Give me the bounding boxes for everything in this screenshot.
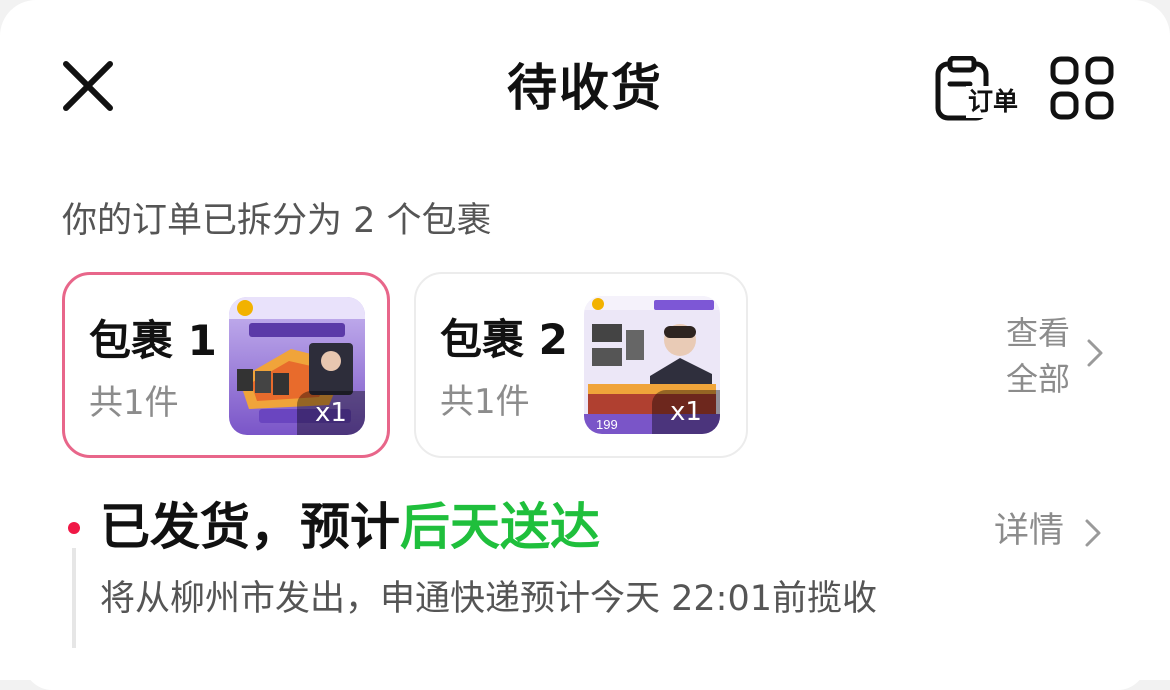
- product-thumbnail: x1: [229, 297, 365, 435]
- chevron-right-icon: [1087, 339, 1103, 367]
- package-count: 共1件: [440, 382, 530, 422]
- details-label: 详情: [994, 511, 1065, 551]
- package-name: 包裹 2: [440, 315, 568, 364]
- package-count: 共1件: [89, 383, 179, 423]
- quantity-badge: x1: [297, 391, 365, 435]
- shipment-status: 已发货，预计后天送达: [100, 494, 600, 560]
- order-button[interactable]: 订单: [934, 55, 1022, 122]
- timeline-dot: [68, 522, 80, 534]
- grid-menu-button[interactable]: [1050, 56, 1114, 120]
- grid-icon: [1050, 56, 1114, 120]
- product-thumbnail: 199 x1: [584, 296, 720, 434]
- order-label: 订单: [966, 86, 1021, 118]
- split-notice: 你的订单已拆分为 2 个包裹: [62, 201, 492, 241]
- view-all-label-line1: 查看: [1006, 314, 1071, 352]
- shipping-info: 将从柳州市发出，申通快递预计今天 22:01前揽收: [100, 579, 877, 619]
- timeline-line: [72, 548, 76, 648]
- status-prefix: 已发货，预计: [100, 498, 400, 556]
- view-all-packages-link[interactable]: 查看 全部: [1006, 310, 1106, 404]
- quantity-badge: x1: [652, 390, 720, 434]
- package-card-2[interactable]: 包裹 2 共1件 199 x1: [414, 272, 748, 458]
- details-link[interactable]: 详情: [994, 506, 1101, 556]
- view-all-label-line2: 全部: [1006, 360, 1071, 398]
- svg-text:199: 199: [596, 417, 618, 432]
- package-name: 包裹 1: [89, 316, 217, 365]
- delivery-estimate: 后天送达: [400, 498, 600, 556]
- chevron-right-icon: [1085, 519, 1101, 547]
- package-card-1[interactable]: 包裹 1 共1件 x1: [62, 272, 390, 458]
